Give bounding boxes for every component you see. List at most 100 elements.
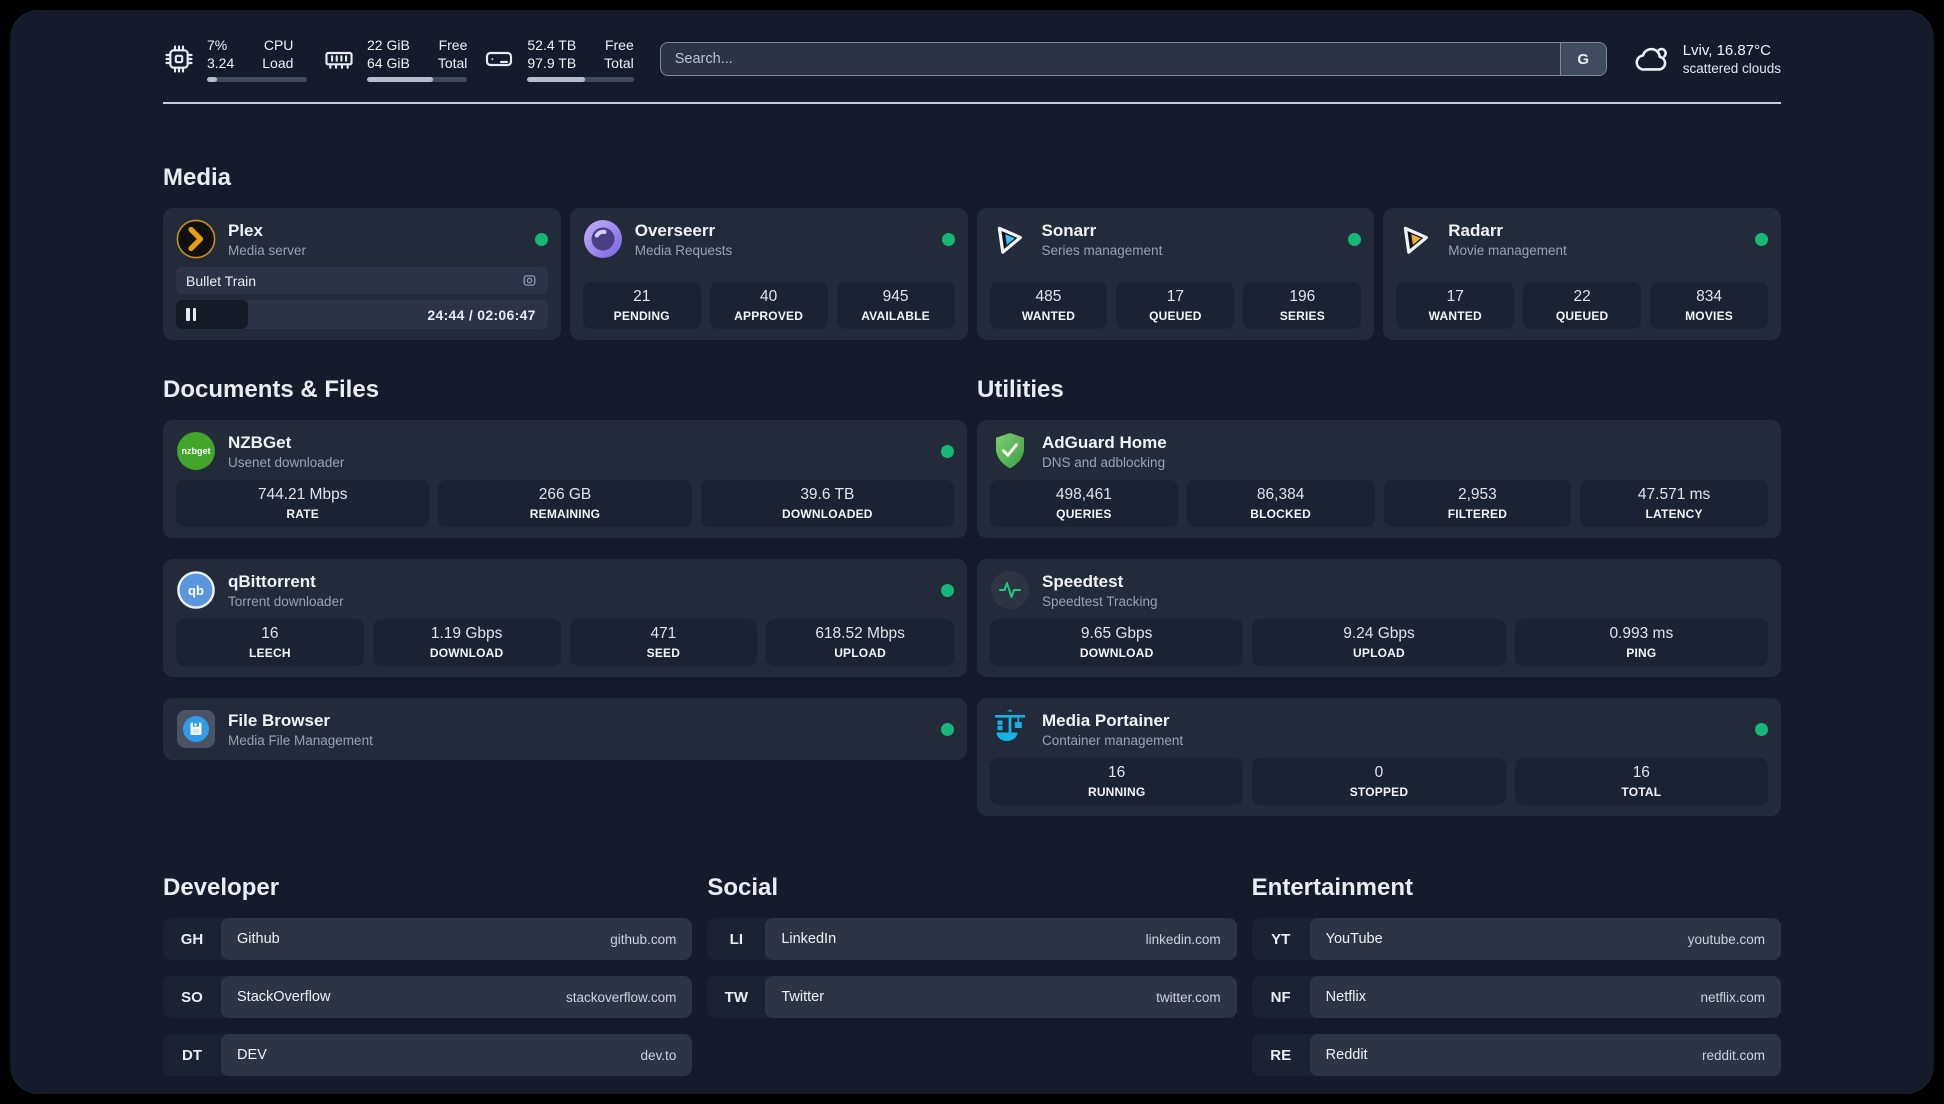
- stat-value: 16: [261, 625, 279, 643]
- memory-stat-widget: 22 GiB 64 GiB Free Total: [323, 36, 468, 83]
- svg-text:qb: qb: [188, 583, 204, 598]
- stat-value: 21: [633, 288, 651, 306]
- dashboard-content: 7% 3.24 CPU Load 22 GiB 64 GiB Free Tota…: [163, 10, 1781, 1077]
- app-header: Overseerr Media Requests: [583, 219, 955, 259]
- app-name: NZBGet: [228, 432, 292, 452]
- app-description: Movie management: [1448, 242, 1567, 258]
- stat-label: PING: [1626, 646, 1657, 661]
- qbittorrent-card[interactable]: qb qBittorrent Torrent downloader 16 LEE…: [163, 559, 967, 678]
- search-engine-button[interactable]: G: [1559, 43, 1606, 76]
- stats-row: 9.65 Gbps DOWNLOAD 9.24 Gbps UPLOAD 0.99…: [990, 610, 1768, 667]
- bookmark-pill: StackOverflow stackoverflow.com: [221, 976, 693, 1019]
- bookmark-stackoverflow[interactable]: SO StackOverflow stackoverflow.com: [163, 976, 693, 1019]
- memory-free-label: Free: [438, 37, 468, 53]
- app-description: Speedtest Tracking: [1042, 593, 1158, 609]
- adguard-icon: [990, 431, 1030, 471]
- bookmark-reddit[interactable]: RE Reddit reddit.com: [1251, 1034, 1781, 1077]
- bookmark-name: Reddit: [1325, 1047, 1368, 1064]
- stat-value: 744.21 Mbps: [257, 486, 348, 504]
- status-dot: [941, 722, 954, 736]
- sonarr-card[interactable]: Sonarr Series management 485 WANTED 17 Q…: [976, 208, 1375, 341]
- media-section-title: Media: [163, 164, 232, 192]
- stat-label: FILTERED: [1447, 507, 1508, 522]
- svg-text:nzbget: nzbget: [182, 446, 211, 456]
- radarr-card[interactable]: Radarr Movie management 17 WANTED 22 QUE…: [1383, 208, 1781, 341]
- stat-label: WANTED: [1021, 309, 1076, 324]
- dashboard-page: 7% 3.24 CPU Load 22 GiB 64 GiB Free Tota…: [10, 10, 1934, 1094]
- camera-icon[interactable]: [521, 272, 538, 289]
- bookmark-youtube[interactable]: YT YouTube youtube.com: [1251, 918, 1781, 961]
- overseerr-card[interactable]: Overseerr Media Requests 21 PENDING 40 A…: [569, 208, 968, 341]
- bookmark-url: reddit.com: [1701, 1047, 1765, 1063]
- stat-box: 1.19 Gbps DOWNLOAD: [372, 619, 561, 667]
- stat-box: 22 QUEUED: [1523, 282, 1642, 330]
- cpu-stat-labels: CPU Load: [262, 36, 293, 72]
- documents-section: Documents & Files nzbget NZBGet Usenet d…: [163, 376, 967, 816]
- stat-value: 618.52 Mbps: [815, 625, 905, 643]
- cpu-label: CPU: [263, 37, 294, 53]
- disk-free-label: Free: [604, 37, 634, 53]
- app-description: Container management: [1042, 732, 1184, 748]
- media-grid: Plex Media server Bullet Train 24:44 / 0…: [163, 208, 1781, 341]
- memory-total-value: 64 GiB: [367, 55, 410, 72]
- stat-box: 39.6 TB DOWNLOADED: [700, 480, 954, 528]
- stat-box: 17 QUEUED: [1116, 282, 1235, 330]
- app-name: Sonarr: [1041, 220, 1097, 240]
- playback-progress-bar[interactable]: 24:44 / 02:06:47: [176, 300, 548, 330]
- disk-stat-values: 52.4 TB 97.9 TB: [527, 36, 576, 72]
- cpu-load-value: 3.24: [207, 55, 235, 72]
- bookmark-url: twitter.com: [1156, 989, 1221, 1005]
- utilities-section-title: Utilities: [977, 376, 1064, 404]
- entertainment-section: Entertainment YT YouTube youtube.com NF …: [1251, 874, 1781, 1077]
- cpu-stat-text: 7% 3.24 CPU Load: [207, 36, 307, 72]
- stat-label: REMAINING: [529, 507, 601, 522]
- developer-section-title: Developer: [163, 874, 280, 902]
- header-divider: [163, 102, 1781, 105]
- adguard-card[interactable]: AdGuard Home DNS and adblocking 498,461 …: [977, 420, 1781, 539]
- entertainment-section-title: Entertainment: [1251, 874, 1414, 902]
- weather-widget: Lviv, 16.87°C scattered clouds: [1633, 40, 1781, 78]
- bookmark-netflix[interactable]: NF Netflix netflix.com: [1251, 976, 1781, 1019]
- search-input[interactable]: [660, 43, 1560, 76]
- bookmark-pill: Reddit reddit.com: [1309, 1034, 1781, 1077]
- stat-label: RUNNING: [1087, 785, 1146, 800]
- bookmark-name: DEV: [237, 1047, 267, 1064]
- portainer-card[interactable]: Media Portainer Container management 16 …: [977, 698, 1781, 817]
- app-meta: Plex Media server: [228, 221, 306, 258]
- pause-icon[interactable]: [186, 308, 196, 322]
- bookmark-pill: Github github.com: [221, 918, 693, 961]
- bookmark-abbr: GH: [180, 930, 204, 948]
- speedtest-card[interactable]: Speedtest Speedtest Tracking 9.65 Gbps D…: [977, 559, 1781, 678]
- weather-condition: scattered clouds: [1682, 61, 1781, 77]
- stat-label: QUERIES: [1056, 507, 1112, 522]
- nzbget-icon: nzbget: [176, 431, 216, 471]
- app-description: DNS and adblocking: [1042, 454, 1166, 470]
- status-dot: [941, 232, 955, 246]
- stat-label: AVAILABLE: [861, 309, 930, 324]
- memory-stat-body: 22 GiB 64 GiB Free Total: [367, 36, 468, 83]
- bookmark-dev[interactable]: DT DEV dev.to: [163, 1034, 693, 1077]
- playback-progress-fill: [176, 300, 249, 330]
- plex-card[interactable]: Plex Media server Bullet Train 24:44 / 0…: [163, 208, 561, 341]
- plex-now-playing-widget: Bullet Train 24:44 / 02:06:47: [176, 267, 548, 330]
- bookmark-abbr: SO: [181, 988, 203, 1006]
- bookmark-abbr: YT: [1271, 930, 1291, 948]
- stat-label: UPLOAD: [1353, 646, 1405, 661]
- stats-row: 498,461 QUERIES 86,384 BLOCKED 2,953 FIL…: [990, 471, 1768, 528]
- stat-label: DOWNLOADED: [781, 507, 873, 522]
- weather-location: Lviv, 16.87°C: [1682, 42, 1771, 60]
- stat-box: 17 WANTED: [1396, 282, 1515, 330]
- bookmark-name: Netflix: [1325, 989, 1366, 1006]
- stat-value: 17: [1446, 288, 1464, 306]
- filebrowser-card[interactable]: File Browser Media File Management: [163, 698, 967, 761]
- app-name: Radarr: [1448, 220, 1504, 240]
- stat-box: 618.52 Mbps UPLOAD: [766, 619, 954, 667]
- app-meta: Radarr Movie management: [1448, 221, 1567, 258]
- bookmark-linkedin[interactable]: LI LinkedIn linkedin.com: [707, 918, 1237, 961]
- stat-label: TOTAL: [1621, 785, 1662, 800]
- memory-stat-values: 22 GiB 64 GiB: [367, 36, 410, 72]
- nzbget-card[interactable]: nzbget NZBGet Usenet downloader 744.21 M…: [163, 420, 967, 539]
- bookmark-github[interactable]: GH Github github.com: [163, 918, 693, 961]
- app-name: Overseerr: [634, 220, 716, 240]
- bookmark-twitter[interactable]: TW Twitter twitter.com: [707, 976, 1237, 1019]
